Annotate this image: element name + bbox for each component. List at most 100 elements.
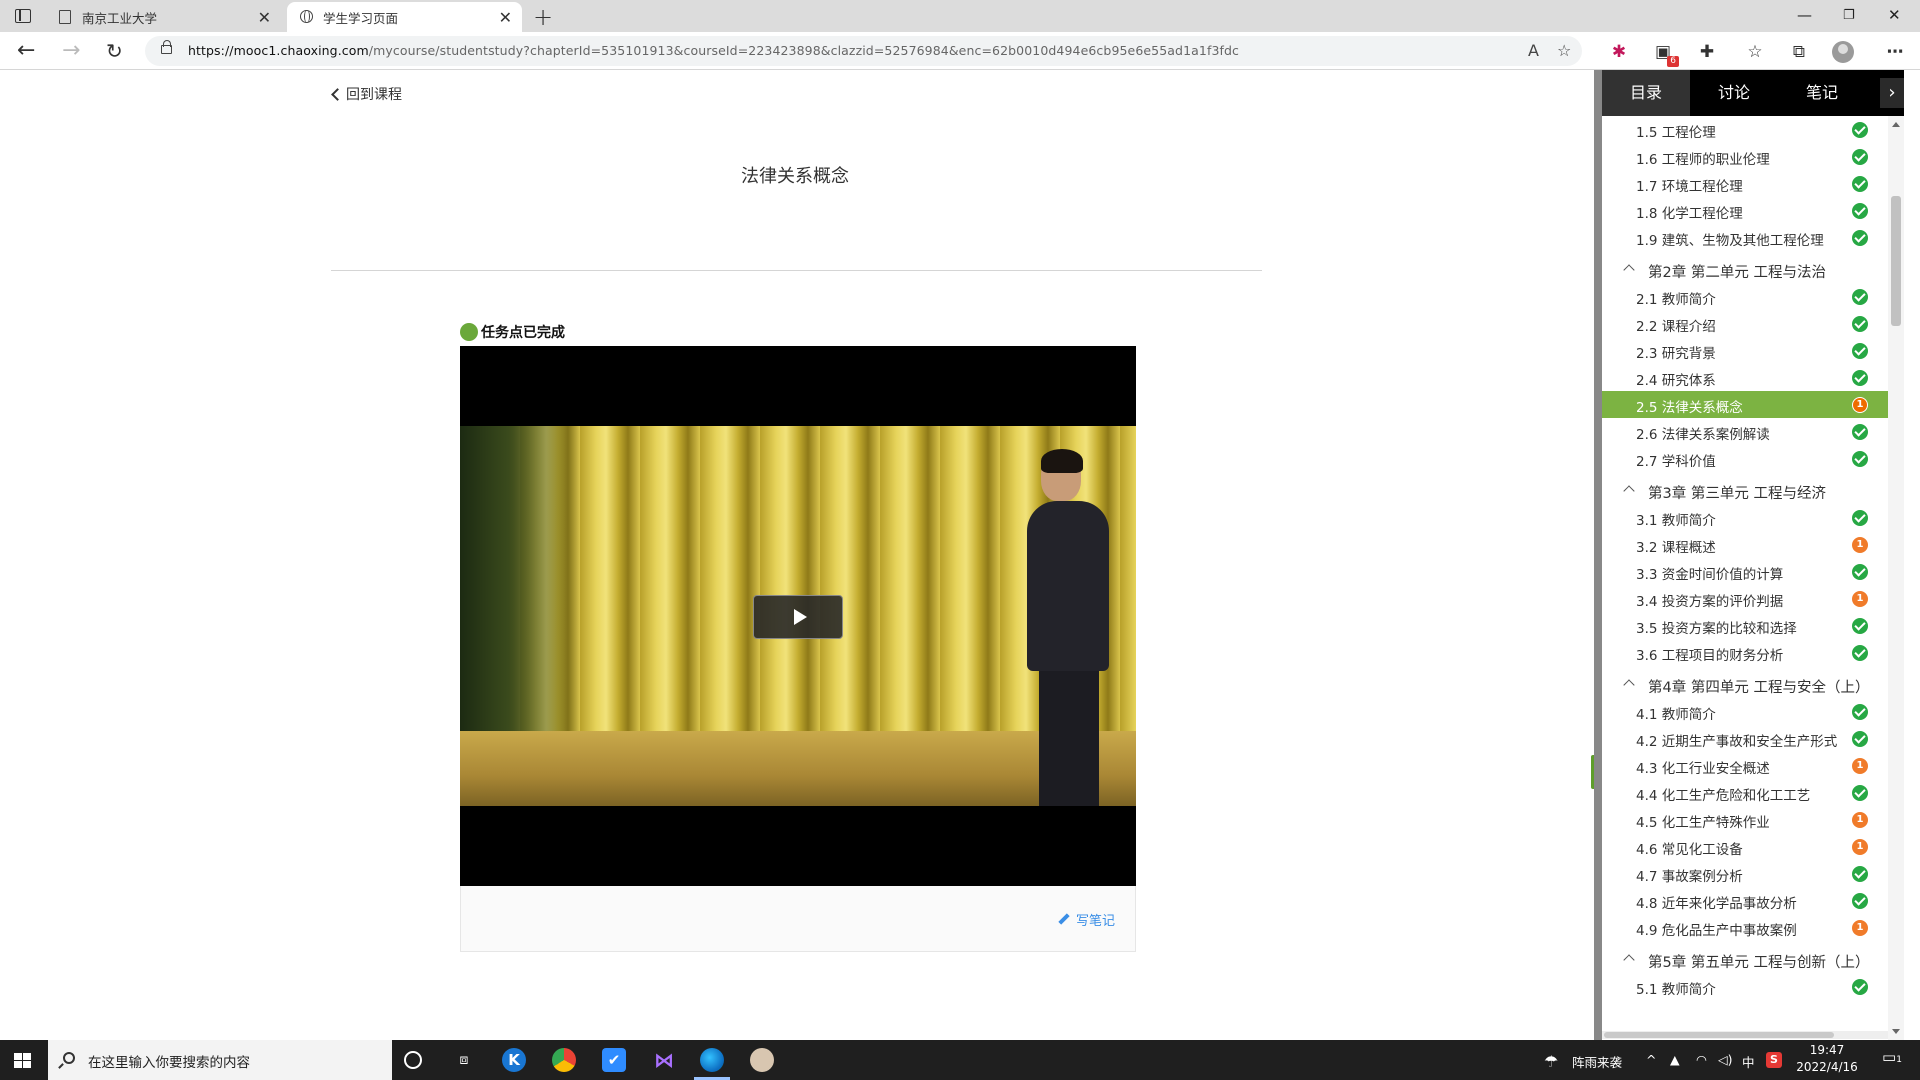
toc-item[interactable]: 2.4 研究体系	[1602, 364, 1892, 391]
app-k-icon[interactable]: K	[502, 1048, 526, 1072]
toc-item[interactable]: 4.5 化工生产特殊作业 1	[1602, 806, 1892, 833]
minimize-button[interactable]: —	[1797, 6, 1812, 24]
toc-item[interactable]: 4.1 教师简介	[1602, 698, 1892, 725]
toc-scrollbar[interactable]	[1888, 116, 1904, 1040]
tab-notes[interactable]: 笔记	[1778, 70, 1866, 116]
scrollbar-thumb[interactable]	[1891, 196, 1901, 326]
toc-item[interactable]: 3.2 课程概述 1	[1602, 531, 1892, 558]
forward-button[interactable]: →	[62, 38, 80, 63]
windows-start-icon[interactable]	[14, 1053, 32, 1069]
scrollbar-thumb[interactable]	[1604, 1032, 1834, 1038]
toc-item[interactable]: 1.8 化学工程伦理	[1602, 197, 1892, 224]
toc-item[interactable]: 3.3 资金时间价值的计算	[1602, 558, 1892, 585]
pending-task-badge: 1	[1852, 839, 1868, 855]
page-title: 法律关系概念	[741, 166, 849, 187]
chevron-up-icon[interactable]: ^	[1646, 1052, 1656, 1067]
url-text[interactable]: https://mooc1.chaoxing.com/mycourse/stud…	[188, 43, 1239, 58]
toc-item[interactable]: 3.6 工程项目的财务分析	[1602, 639, 1892, 666]
toc-horizontal-scrollbar[interactable]	[1602, 1031, 1888, 1039]
toc-item[interactable]: 3.1 教师简介	[1602, 504, 1892, 531]
task-view-icon[interactable]: ⧈	[452, 1048, 476, 1072]
chevron-right-icon[interactable]: ›	[1880, 78, 1904, 108]
feishu-icon[interactable]: ✔	[602, 1048, 626, 1072]
edge-icon[interactable]	[700, 1048, 724, 1072]
toc-item[interactable]: 2.1 教师简介	[1602, 283, 1892, 310]
chevron-up-icon[interactable]	[1623, 679, 1635, 691]
chevron-up-icon[interactable]	[1623, 485, 1635, 497]
tab-catalog[interactable]: 目录	[1602, 70, 1690, 116]
toc-item[interactable]: 4.4 化工生产危险和化工工艺	[1602, 779, 1892, 806]
profile-avatar[interactable]	[1832, 41, 1854, 63]
toc-item[interactable]: 1.6 工程师的职业伦理	[1602, 143, 1892, 170]
read-aloud-icon[interactable]: A	[1528, 41, 1539, 60]
chevron-up-icon[interactable]	[1623, 264, 1635, 276]
toc-item[interactable]: 4.6 常见化工设备 1	[1602, 833, 1892, 860]
tab-student-study[interactable]: 学生学习页面 ✕	[287, 2, 522, 32]
sogou-icon[interactable]: S	[1766, 1052, 1782, 1068]
tab-title: 学生学习页面	[323, 10, 399, 26]
ime-indicator[interactable]: 中	[1742, 1052, 1755, 1071]
toc-item[interactable]: 4.9 危化品生产中事故案例 1	[1602, 914, 1892, 941]
tab-actions-icon[interactable]	[12, 7, 36, 25]
play-button[interactable]	[753, 595, 843, 639]
toc-chapter[interactable]: 第4章 第四单元 工程与安全（上）	[1602, 669, 1892, 701]
favorite-star-icon[interactable]: ☆	[1557, 41, 1571, 60]
toc-item[interactable]: 4.7 事故案例分析	[1602, 860, 1892, 887]
more-menu-icon[interactable]: ⋯	[1884, 41, 1906, 63]
close-tab-icon[interactable]: ✕	[499, 8, 512, 27]
toc-item[interactable]: 1.7 环境工程伦理	[1602, 170, 1892, 197]
extension-icon[interactable]: ✱	[1608, 41, 1630, 63]
toc-item[interactable]: 3.5 投资方案的比较和选择	[1602, 612, 1892, 639]
address-bar[interactable]: https://mooc1.chaoxing.com/mycourse/stud…	[145, 36, 1582, 66]
toc-item[interactable]: 2.6 法律关系案例解读	[1602, 418, 1892, 445]
toc-item[interactable]: 4.8 近年来化学品事故分析	[1602, 887, 1892, 914]
toc-item[interactable]: 2.3 研究背景	[1602, 337, 1892, 364]
toc-item[interactable]: 4.2 近期生产事故和安全生产形式	[1602, 725, 1892, 752]
favorites-icon[interactable]: ☆	[1744, 41, 1766, 63]
taskbar-clock[interactable]: 19:47 2022/4/16	[1792, 1042, 1862, 1076]
chrome-icon[interactable]	[552, 1048, 576, 1072]
toc-item[interactable]: 2.2 课程介绍	[1602, 310, 1892, 337]
toc-item[interactable]: 4.3 化工行业安全概述 1	[1602, 752, 1892, 779]
close-tab-icon[interactable]: ✕	[258, 8, 271, 27]
visual-studio-icon[interactable]: ⋈	[652, 1048, 676, 1072]
notification-icon[interactable]: ▭1	[1882, 1048, 1902, 1066]
toc-item[interactable]: 2.7 学科价值	[1602, 445, 1892, 472]
video-player[interactable]	[460, 346, 1136, 886]
check-icon	[1852, 343, 1868, 359]
volume-icon[interactable]: ◁)	[1718, 1052, 1733, 1067]
toc-chapter[interactable]: 第2章 第二单元 工程与法治	[1602, 254, 1892, 286]
taskbar-search[interactable]: 在这里输入你要搜索的内容	[48, 1040, 392, 1080]
tab-nanjing-tech[interactable]: 南京工业大学 ✕	[46, 2, 281, 32]
tab-discussion[interactable]: 讨论	[1690, 70, 1778, 116]
toc-chapter[interactable]: 第5章 第五单元 工程与创新（上）	[1602, 944, 1892, 976]
collections-icon[interactable]: ⧉	[1788, 41, 1810, 63]
write-note-button[interactable]: 写笔记	[1058, 910, 1115, 929]
wifi-icon[interactable]: ◠	[1696, 1052, 1707, 1067]
network-app-icon[interactable]: ▲	[1670, 1052, 1680, 1067]
weather-text[interactable]: 阵雨来袭	[1572, 1052, 1622, 1071]
toc-item[interactable]: 3.4 投资方案的评价判据 1	[1602, 585, 1892, 612]
panel-splitter[interactable]	[1594, 70, 1602, 1040]
toc-item-current[interactable]: 2.5 法律关系概念 1	[1602, 391, 1892, 418]
scroll-up-icon[interactable]	[1892, 122, 1900, 127]
chevron-up-icon[interactable]	[1623, 954, 1635, 966]
new-tab-button[interactable]: +	[533, 3, 553, 31]
restore-button[interactable]: ❐	[1843, 8, 1855, 23]
toc-item[interactable]: 1.9 建筑、生物及其他工程伦理	[1602, 224, 1892, 251]
toc-item[interactable]: 1.5 工程伦理	[1602, 116, 1892, 143]
back-button[interactable]: ←	[17, 38, 35, 63]
back-to-course-link[interactable]: 回到课程	[330, 84, 402, 104]
reload-button[interactable]: ↻	[106, 39, 123, 63]
toc-item[interactable]: 5.1 教师简介	[1602, 973, 1892, 1000]
scroll-down-icon[interactable]	[1892, 1029, 1900, 1034]
toc-item-label: 4.9 危化品生产中事故案例	[1636, 923, 1797, 939]
extensions-puzzle-icon[interactable]: ✚	[1696, 41, 1718, 63]
lock-icon[interactable]	[161, 40, 172, 54]
toc-chapter[interactable]: 第3章 第三单元 工程与经济	[1602, 475, 1892, 507]
toc-item-label: 4.2 近期生产事故和安全生产形式	[1636, 734, 1838, 750]
close-window-button[interactable]: ✕	[1888, 6, 1901, 24]
cortana-icon[interactable]	[404, 1051, 422, 1069]
extension-badge-icon[interactable]: ▣ 6	[1652, 41, 1679, 67]
app-avatar-icon[interactable]	[750, 1048, 774, 1072]
